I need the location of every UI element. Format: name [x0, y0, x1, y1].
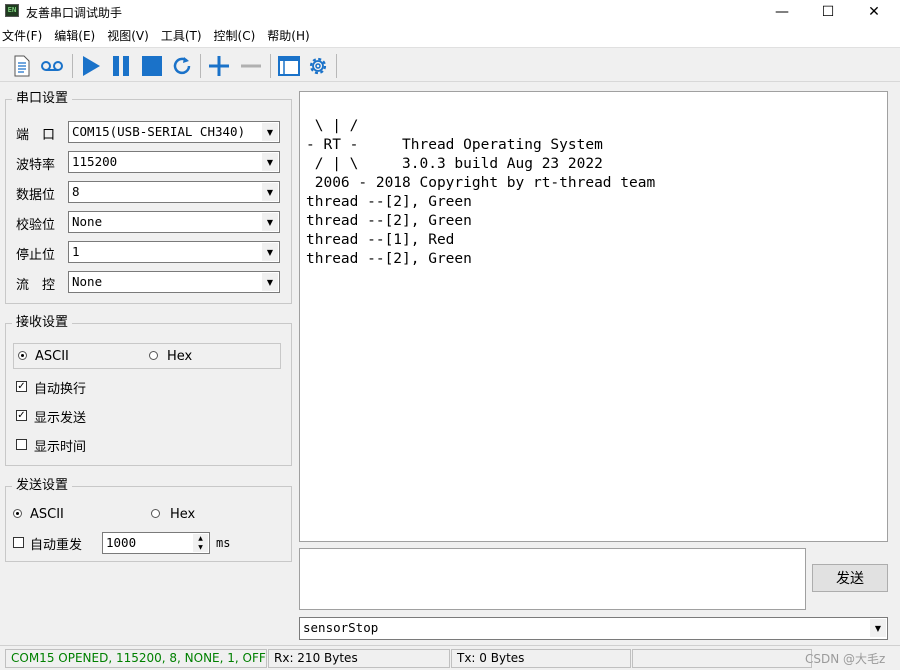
- receive-ascii-label: ASCII: [35, 349, 69, 364]
- title-bar: EN 友善串口调试助手 — ☐ ✕: [0, 0, 900, 24]
- log-line: \ | /: [306, 118, 359, 134]
- flow-label: 流 控: [16, 278, 56, 293]
- tx-count: Tx: 0 Bytes: [451, 649, 631, 668]
- interval-stepper[interactable]: 1000 ▲ ▼: [102, 532, 210, 554]
- close-button[interactable]: ✕: [851, 0, 897, 24]
- menu-edit[interactable]: 编辑(E): [54, 24, 101, 47]
- show-time-checkbox[interactable]: [16, 439, 27, 450]
- document-icon[interactable]: [9, 53, 35, 79]
- send-ascii-label: ASCII: [30, 507, 64, 522]
- serial-settings-title: 串口设置: [12, 91, 73, 107]
- log-line: thread --[2], Green: [306, 213, 472, 229]
- status-bar: COM15 OPENED, 115200, 8, NONE, 1, OFF Rx…: [0, 645, 900, 670]
- toolbar-separator: [336, 54, 337, 78]
- auto-wrap-label: 自动换行: [34, 382, 87, 397]
- send-ascii-radio[interactable]: [13, 509, 22, 518]
- refresh-icon[interactable]: [169, 53, 195, 79]
- port-value: COM15(USB-SERIAL CH340): [72, 124, 246, 139]
- interval-value: 1000: [106, 535, 137, 550]
- command-history-select[interactable]: sensorStop ▼: [299, 617, 888, 640]
- parity-value: None: [72, 214, 103, 229]
- log-line: thread --[2], Green: [306, 194, 472, 210]
- chevron-down-icon: ▼: [262, 243, 278, 261]
- menu-bar: 文件(F) 编辑(E) 视图(V) 工具(T) 控制(C) 帮助(H): [0, 24, 900, 48]
- send-hex-radio[interactable]: [151, 509, 160, 518]
- toolbar-separator: [270, 54, 271, 78]
- watermark: CSDN @大毛z: [805, 652, 886, 666]
- status-empty-cell: [632, 649, 812, 668]
- send-text-area[interactable]: [299, 548, 806, 610]
- maximize-button[interactable]: ☐: [805, 0, 851, 24]
- window-icon[interactable]: [276, 53, 302, 79]
- receive-hex-label: Hex: [167, 349, 193, 364]
- port-status: COM15 OPENED, 115200, 8, NONE, 1, OFF: [5, 649, 267, 668]
- menu-control[interactable]: 控制(C): [214, 24, 262, 47]
- show-send-label: 显示发送: [34, 411, 87, 426]
- log-line: / | \ 3.0.3 build Aug 23 2022: [306, 156, 603, 172]
- rx-count: Rx: 210 Bytes: [268, 649, 450, 668]
- chevron-down-icon: ▼: [262, 213, 278, 231]
- data-bits-label: 数据位: [16, 188, 56, 203]
- auto-wrap-checkbox[interactable]: ✓: [16, 381, 27, 392]
- send-settings-title: 发送设置: [12, 478, 73, 494]
- toolbar: [0, 48, 900, 82]
- auto-resend-label: 自动重发: [30, 538, 83, 553]
- show-send-checkbox[interactable]: ✓: [16, 410, 27, 421]
- menu-tools[interactable]: 工具(T): [161, 24, 208, 47]
- pause-icon[interactable]: [108, 53, 134, 79]
- parity-select[interactable]: None ▼: [68, 211, 280, 233]
- menu-help[interactable]: 帮助(H): [267, 24, 315, 47]
- toolbar-separator: [72, 54, 73, 78]
- log-line: thread --[1], Red: [306, 232, 455, 248]
- chevron-down-icon: ▼: [262, 183, 278, 201]
- receive-settings-title: 接收设置: [12, 315, 73, 331]
- chevron-down-icon: ▼: [262, 273, 278, 291]
- command-value: sensorStop: [303, 620, 379, 635]
- chevron-down-icon: ▼: [262, 123, 278, 141]
- show-time-label: 显示时间: [34, 440, 87, 455]
- window-title: 友善串口调试助手: [26, 6, 123, 20]
- stepper-down-icon[interactable]: ▼: [193, 543, 208, 552]
- receive-ascii-radio[interactable]: [18, 351, 27, 360]
- data-bits-select[interactable]: 8 ▼: [68, 181, 280, 203]
- chevron-down-icon: ▼: [262, 153, 278, 171]
- receive-text-area[interactable]: \ | / - RT - Thread Operating System / |…: [299, 91, 888, 542]
- log-line: thread --[2], Green: [306, 251, 472, 267]
- baud-select[interactable]: 115200 ▼: [68, 151, 280, 173]
- toolbar-separator: [200, 54, 201, 78]
- flow-select[interactable]: None ▼: [68, 271, 280, 293]
- interval-unit: ms: [216, 536, 231, 550]
- stepper-up-icon[interactable]: ▲: [193, 534, 208, 543]
- flow-value: None: [72, 274, 103, 289]
- chevron-down-icon: ▼: [870, 619, 886, 637]
- port-select[interactable]: COM15(USB-SERIAL CH340) ▼: [68, 121, 280, 143]
- send-button[interactable]: 发送: [812, 564, 888, 592]
- stop-icon[interactable]: [139, 53, 165, 79]
- port-label: 端 口: [16, 128, 56, 143]
- minus-icon[interactable]: [238, 53, 264, 79]
- stop-bits-value: 1: [72, 244, 80, 259]
- baud-label: 波特率: [16, 158, 56, 173]
- log-line: - RT - Thread Operating System: [306, 137, 603, 153]
- cassette-icon[interactable]: [39, 53, 65, 79]
- plus-icon[interactable]: [206, 53, 232, 79]
- gear-icon[interactable]: [305, 53, 331, 79]
- app-icon: EN: [5, 4, 19, 17]
- baud-value: 115200: [72, 154, 118, 169]
- stop-bits-select[interactable]: 1 ▼: [68, 241, 280, 263]
- stop-bits-label: 停止位: [16, 248, 56, 263]
- data-bits-value: 8: [72, 184, 80, 199]
- menu-file[interactable]: 文件(F): [0, 24, 48, 47]
- minimize-button[interactable]: —: [759, 0, 805, 24]
- menu-view[interactable]: 视图(V): [107, 24, 155, 47]
- auto-resend-checkbox[interactable]: [13, 537, 24, 548]
- parity-label: 校验位: [16, 218, 56, 233]
- play-icon[interactable]: [78, 53, 104, 79]
- log-line: 2006 - 2018 Copyright by rt-thread team: [306, 175, 656, 191]
- send-hex-label: Hex: [170, 507, 196, 522]
- receive-hex-radio[interactable]: [149, 351, 158, 360]
